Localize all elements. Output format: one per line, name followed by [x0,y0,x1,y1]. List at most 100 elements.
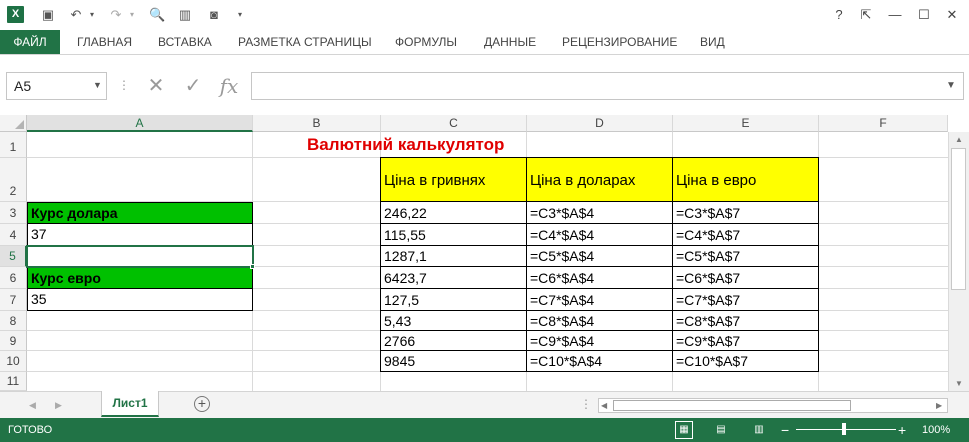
scroll-up-icon[interactable]: ▲ [955,135,963,144]
tab-home[interactable]: ГЛАВНАЯ [77,30,132,54]
camera-icon[interactable]: ◙ [206,7,222,23]
table-cell[interactable]: =C7*$A$7 [672,288,819,311]
table-cell[interactable]: =C6*$A$4 [526,266,673,289]
next-sheet-icon[interactable]: ▶ [55,400,62,411]
name-box-dropdown-icon[interactable]: ▼ [93,80,102,90]
table-cell[interactable]: =C8*$A$4 [526,310,673,331]
help-icon[interactable]: ? [829,5,849,25]
row-header-10[interactable]: 10 [0,351,27,372]
row-header-5[interactable]: 5 [0,246,27,267]
table-cell[interactable]: =C3*$A$7 [672,201,819,224]
column-header-b[interactable]: B [253,115,381,132]
print-preview-icon[interactable]: 🔍 [149,7,165,23]
minimize-icon[interactable]: — [885,5,905,25]
table-cell[interactable]: =C5*$A$7 [672,245,819,267]
close-icon[interactable]: ✕ [942,5,962,25]
scroll-down-icon[interactable]: ▼ [955,379,963,388]
zoom-slider-thumb[interactable] [842,423,846,435]
zoom-slider[interactable] [796,429,896,430]
table-cell[interactable]: 6423,7 [380,266,527,289]
sheet-title[interactable]: Валютний калькулятор [307,133,504,157]
tab-file[interactable]: ФАЙЛ [0,30,60,54]
tab-formulas[interactable]: ФОРМУЛЫ [395,30,457,54]
redo-dropdown-icon[interactable]: ▾ [124,7,140,23]
insert-function-icon[interactable]: fx [215,73,243,99]
zoom-level[interactable]: 100% [922,418,950,442]
zoom-out-icon[interactable]: − [781,419,789,441]
table-cell[interactable]: =C9*$A$7 [672,330,819,351]
prev-sheet-icon[interactable]: ◀ [29,400,36,411]
add-sheet-icon[interactable]: + [194,396,210,412]
table-cell[interactable]: =C4*$A$7 [672,223,819,246]
row-header-1[interactable]: 1 [0,132,27,158]
row-header-9[interactable]: 9 [0,331,27,351]
customize-qat-icon[interactable]: ▾ [232,7,248,23]
name-box[interactable]: A5 [6,72,107,100]
redo-icon[interactable]: ↷ [108,7,124,23]
table-cell[interactable]: =C7*$A$4 [526,288,673,311]
formula-input[interactable] [251,72,964,100]
table-cell[interactable]: 246,22 [380,201,527,224]
row-header-4[interactable]: 4 [0,224,27,246]
vertical-scroll-thumb[interactable] [951,148,966,290]
fill-handle[interactable] [250,264,255,269]
table-cell[interactable]: =C8*$A$7 [672,310,819,331]
scroll-left-icon[interactable]: ◀ [601,401,607,410]
table-cell[interactable]: =C4*$A$4 [526,223,673,246]
tab-view[interactable]: ВИД [700,30,725,54]
cell-a7[interactable]: 35 [27,288,253,311]
cancel-icon[interactable]: ✕ [142,73,170,99]
column-header-f[interactable]: F [819,115,948,132]
tab-insert[interactable]: ВСТАВКА [158,30,212,54]
undo-dropdown-icon[interactable]: ▾ [84,7,100,23]
row-header-8[interactable]: 8 [0,311,27,331]
row-header-11[interactable]: 11 [0,372,27,391]
page-break-view-icon[interactable]: ▥ [750,421,768,439]
table-cell[interactable]: 127,5 [380,288,527,311]
row-header-2[interactable]: 2 [0,158,27,202]
table-cell[interactable]: 1287,1 [380,245,527,267]
normal-view-icon[interactable]: ▦ [675,421,693,439]
ribbon-display-options-icon[interactable]: ⇱ [856,5,876,25]
table-cell[interactable]: =C3*$A$4 [526,201,673,224]
maximize-icon[interactable]: ☐ [914,5,934,25]
sheet-tab-active[interactable]: Лист1 [101,391,159,417]
cell-a6[interactable]: Курс евро [27,267,253,289]
header-cell-c2[interactable]: Ціна в гривнях [380,157,527,202]
table-cell[interactable]: =C10*$A$7 [672,350,819,372]
page-layout-view-icon[interactable]: ▤ [712,421,730,439]
table-cell[interactable]: =C9*$A$4 [526,330,673,351]
horizontal-scroll-thumb[interactable] [613,400,851,411]
table-cell[interactable]: =C10*$A$4 [526,350,673,372]
table-cell[interactable]: 9845 [380,350,527,372]
table-cell[interactable]: =C6*$A$7 [672,266,819,289]
table-cell[interactable]: 5,43 [380,310,527,331]
column-header-e[interactable]: E [673,115,819,132]
cell-a4[interactable]: 37 [27,223,253,246]
tab-review[interactable]: РЕЦЕНЗИРОВАНИЕ [562,30,677,54]
column-header-c[interactable]: C [381,115,527,132]
table-cell[interactable]: =C5*$A$4 [526,245,673,267]
column-header-d[interactable]: D [527,115,673,132]
undo-icon[interactable]: ↶ [68,7,84,23]
scroll-right-icon[interactable]: ▶ [936,401,942,410]
header-cell-d2[interactable]: Ціна в доларах [526,157,673,202]
tab-data[interactable]: ДАННЫЕ [484,30,536,54]
table-cell[interactable]: 115,55 [380,223,527,246]
save-icon[interactable]: ▣ [40,7,56,23]
chart-icon[interactable]: ▥ [177,7,193,23]
selected-cell-a5[interactable] [26,245,254,268]
expand-formula-bar-icon[interactable]: ▼ [946,80,956,91]
row-header-7[interactable]: 7 [0,289,27,311]
row-header-6[interactable]: 6 [0,267,27,289]
cell-a3[interactable]: Курс долара [27,202,253,224]
row-header-3[interactable]: 3 [0,202,27,224]
tab-page-layout[interactable]: РАЗМЕТКА СТРАНИЦЫ [238,30,372,54]
enter-icon[interactable]: ✓ [179,73,207,99]
column-header-a[interactable]: A [27,115,253,132]
formula-bar-grip-icon: ⋮ [118,78,130,92]
table-cell[interactable]: 2766 [380,330,527,351]
header-cell-e2[interactable]: Ціна в евро [672,157,819,202]
splitter-icon[interactable]: ⋮ [580,397,592,411]
zoom-in-icon[interactable]: + [898,419,906,441]
